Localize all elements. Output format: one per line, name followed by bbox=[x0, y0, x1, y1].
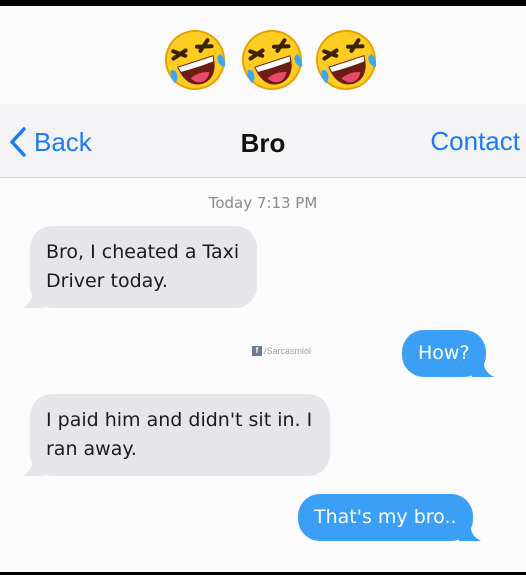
message-text: That's my bro.. bbox=[314, 506, 457, 528]
outgoing-message-bubble[interactable]: How? bbox=[402, 330, 494, 377]
rofl-emoji-icon bbox=[240, 28, 304, 92]
message-line: ran away. bbox=[46, 438, 137, 460]
emoji-header bbox=[0, 28, 526, 96]
navigation-bar: Back Bro Contact bbox=[0, 104, 526, 178]
rofl-emoji-icon bbox=[314, 28, 378, 92]
watermark: f /Sarcasmlol bbox=[252, 346, 311, 356]
incoming-message-bubble[interactable]: Bro, I cheated a Taxi Driver today. bbox=[22, 226, 258, 308]
rofl-emoji-icon bbox=[163, 28, 227, 92]
outgoing-message-bubble[interactable]: That's my bro.. bbox=[298, 494, 481, 541]
bubble-tail bbox=[458, 523, 481, 541]
screenshot-frame: Back Bro Contact Today 7:13 PM Bro, I ch… bbox=[0, 6, 526, 572]
incoming-message-bubble[interactable]: I paid him and didn't sit in. I ran away… bbox=[22, 394, 331, 476]
bubble-tail bbox=[471, 359, 494, 377]
contact-button[interactable]: Contact bbox=[430, 126, 520, 157]
watermark-text: /Sarcasmlol bbox=[264, 346, 312, 356]
bubble-tail bbox=[22, 458, 44, 476]
message-line: Bro, I cheated a Taxi bbox=[46, 241, 240, 263]
message-timestamp: Today 7:13 PM bbox=[208, 194, 318, 212]
message-line: I paid him and didn't sit in. I bbox=[46, 409, 313, 431]
message-text: How? bbox=[418, 342, 470, 364]
message-line: Driver today. bbox=[46, 270, 168, 292]
facebook-logo-icon: f bbox=[252, 346, 262, 356]
bubble-tail bbox=[22, 290, 44, 308]
